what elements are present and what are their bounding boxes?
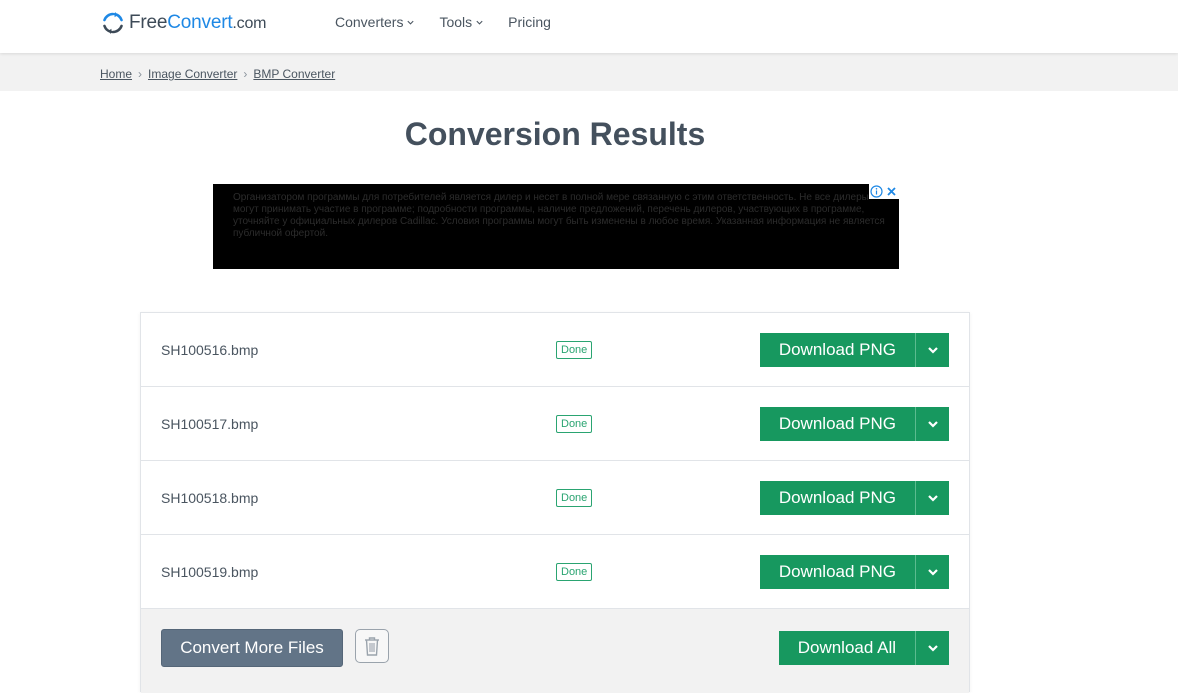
breadcrumb-bar: Home › Image Converter › BMP Converter bbox=[0, 53, 1178, 91]
chevron-down-icon bbox=[927, 495, 938, 502]
status-badge: Done bbox=[556, 563, 593, 581]
trash-icon bbox=[365, 637, 379, 656]
breadcrumb-chevron-icon: › bbox=[138, 67, 143, 81]
logo-wordmark: FreeConvert.com bbox=[129, 12, 266, 34]
file-name: SH100517.bmp bbox=[161, 416, 259, 432]
nav-converters-label: Converters bbox=[335, 14, 404, 30]
download-options-toggle[interactable] bbox=[915, 555, 949, 589]
logo-domain: .com bbox=[232, 15, 267, 32]
main-nav: Converters Tools Pricing bbox=[335, 14, 551, 30]
chevron-down-icon bbox=[476, 20, 483, 25]
breadcrumb-chevron-icon: › bbox=[243, 67, 248, 81]
file-name: SH100518.bmp bbox=[161, 490, 259, 506]
breadcrumb-home[interactable]: Home bbox=[100, 67, 132, 81]
download-png-button[interactable]: Download PNG bbox=[759, 481, 915, 515]
download-png-button[interactable]: Download PNG bbox=[759, 407, 915, 441]
download-all-options-toggle[interactable] bbox=[915, 631, 949, 665]
chevron-down-icon bbox=[927, 645, 938, 652]
download-png-button[interactable]: Download PNG bbox=[759, 333, 915, 367]
nav-pricing-label: Pricing bbox=[508, 14, 551, 30]
download-split-button: Download PNG bbox=[759, 481, 949, 515]
logo-main: Free bbox=[129, 12, 168, 33]
results-card: SH100516.bmp Done Download PNG SH100517.… bbox=[140, 312, 970, 693]
nav-pricing[interactable]: Pricing bbox=[508, 14, 551, 30]
delete-all-button[interactable] bbox=[355, 629, 389, 663]
status-badge: Done bbox=[556, 489, 593, 507]
ad-info-icon[interactable] bbox=[869, 184, 884, 199]
chevron-down-icon bbox=[927, 347, 938, 354]
download-split-button: Download PNG bbox=[759, 407, 949, 441]
ad-text: Организатором программы для потребителей… bbox=[233, 192, 885, 239]
refresh-logo-icon bbox=[103, 12, 123, 34]
status-badge: Done bbox=[556, 341, 593, 359]
download-png-button[interactable]: Download PNG bbox=[759, 555, 915, 589]
file-row: SH100517.bmp Done Download PNG bbox=[141, 387, 969, 461]
ad-close-icon[interactable] bbox=[884, 184, 899, 199]
chevron-down-icon bbox=[927, 421, 938, 428]
breadcrumb-image-converter[interactable]: Image Converter bbox=[148, 67, 237, 81]
file-name: SH100519.bmp bbox=[161, 564, 259, 580]
freeconvert-logo[interactable]: FreeConvert.com bbox=[101, 9, 266, 37]
breadcrumb: Home › Image Converter › BMP Converter bbox=[100, 67, 335, 81]
convert-more-files-button[interactable]: Convert More Files bbox=[161, 629, 343, 667]
download-split-button: Download PNG bbox=[759, 555, 949, 589]
file-row: SH100518.bmp Done Download PNG bbox=[141, 461, 969, 535]
nav-tools-label: Tools bbox=[439, 14, 473, 30]
file-row: SH100516.bmp Done Download PNG bbox=[141, 313, 969, 387]
logo-accent: Convert bbox=[167, 12, 233, 33]
site-header: FreeConvert.com Converters Tools Pricing bbox=[0, 0, 1178, 53]
nav-converters[interactable]: Converters bbox=[335, 14, 415, 30]
chevron-down-icon bbox=[407, 20, 415, 25]
breadcrumb-bmp-converter[interactable]: BMP Converter bbox=[253, 67, 335, 81]
ad-banner[interactable]: Организатором программы для потребителей… bbox=[213, 184, 899, 269]
file-name: SH100516.bmp bbox=[161, 342, 259, 358]
download-options-toggle[interactable] bbox=[915, 333, 949, 367]
download-options-toggle[interactable] bbox=[915, 481, 949, 515]
chevron-down-icon bbox=[927, 569, 938, 576]
nav-tools[interactable]: Tools bbox=[439, 14, 484, 30]
file-row: SH100519.bmp Done Download PNG bbox=[141, 535, 969, 609]
download-split-button: Download PNG bbox=[759, 333, 949, 367]
download-options-toggle[interactable] bbox=[915, 407, 949, 441]
ad-controls bbox=[869, 184, 899, 199]
status-badge: Done bbox=[556, 415, 593, 433]
download-all-split-button: Download All bbox=[778, 631, 949, 665]
results-footer: Convert More Files Download All bbox=[141, 609, 969, 693]
page-title: Conversion Results bbox=[404, 116, 706, 152]
download-all-button[interactable]: Download All bbox=[778, 631, 915, 665]
